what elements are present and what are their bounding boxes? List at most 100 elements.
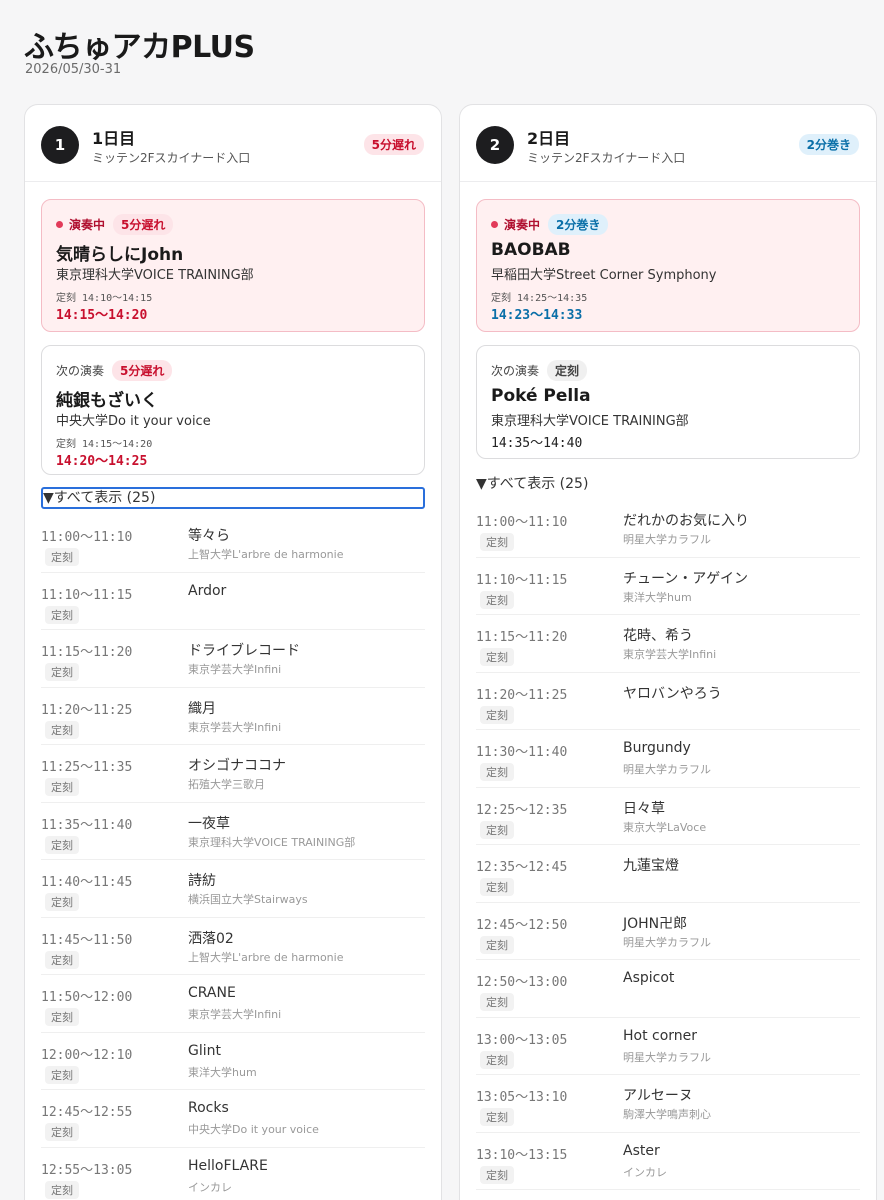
day-venue: ミッテン2Fスカイナード入口 — [92, 151, 251, 165]
row-title: オシゴナココナ — [188, 758, 286, 774]
row-status-badge: 定刻 — [45, 1065, 79, 1084]
row-title: 洒落02 — [188, 930, 234, 947]
next-group: 中央大学Do it your voice — [56, 414, 211, 429]
row-status-badge: 定刻 — [480, 763, 514, 781]
next-status-badge: 定刻 — [547, 360, 588, 381]
row-group: 東京学芸大学Infini — [623, 648, 717, 661]
row-status-badge: 定刻 — [480, 590, 514, 609]
row-status-badge: 定刻 — [480, 533, 514, 551]
schedule-row: 12:45〜12:55 定刻 Rocks 中央大学Do it your voice — [41, 1090, 425, 1148]
row-time: 12:25〜12:35 — [476, 802, 568, 818]
schedule-row: 11:30〜11:40 定刻 Burgundy 明星大学カラフル — [476, 730, 860, 788]
now-actual-time: 14:15〜14:20 — [56, 308, 148, 323]
schedule-row: 11:45〜11:50 定刻 洒落02 上智大学L'arbre de harmonie — [41, 918, 425, 975]
row-status-badge: 定刻 — [480, 993, 514, 1011]
next-actual-time: 14:20〜14:25 — [56, 454, 148, 469]
schedule-row: 12:00〜12:10 定刻 Glint 東洋大学hum — [41, 1033, 425, 1090]
row-group: 上智大学L'arbre de harmonie — [188, 950, 344, 964]
row-title: 詩紡 — [188, 873, 216, 889]
day-label: 1日目 — [92, 129, 136, 148]
day-card-1: 1 1日目 ミッテン2Fスカイナード入口 5分遅れ 演奏中 5分遅れ 気晴らしに… — [24, 104, 442, 1200]
row-status-badge: 定刻 — [45, 1123, 79, 1141]
row-time: 11:00〜11:10 — [41, 530, 133, 545]
row-time: 11:25〜11:35 — [41, 760, 133, 775]
row-group: 明星大学カラフル — [623, 935, 711, 949]
row-time: 12:00〜12:10 — [41, 1047, 133, 1063]
live-dot-icon — [491, 221, 498, 228]
row-time: 11:20〜11:25 — [41, 702, 133, 718]
day-number-badge: 1 — [41, 126, 79, 164]
schedule-row: 12:55〜13:05 定刻 HelloFLARE インカレ — [41, 1148, 425, 1200]
schedule-row: 11:10〜11:15 定刻 チューン・アゲイン 東洋大学hum — [476, 558, 860, 615]
row-status-badge: 定刻 — [45, 778, 79, 796]
row-time: 11:50〜12:00 — [41, 990, 133, 1005]
row-status-badge: 定刻 — [45, 720, 79, 739]
row-group: 上智大学L'arbre de harmonie — [188, 548, 344, 561]
row-time: 13:05〜13:10 — [476, 1090, 568, 1105]
row-group: 中央大学Do it your voice — [188, 1123, 319, 1136]
schedule-row: 12:45〜12:50 定刻 JOHN卍郎 明星大学カラフル — [476, 903, 860, 960]
row-title: Rocks — [188, 1100, 229, 1116]
day-label: 2日目 — [527, 129, 571, 148]
row-time: 11:20〜11:25 — [476, 687, 568, 703]
show-all-toggle[interactable]: ▼すべて表示 (25) — [41, 487, 425, 509]
row-time: 11:10〜11:15 — [41, 587, 133, 603]
day-number-badge: 2 — [476, 126, 514, 164]
day-header: 1 1日目 ミッテン2Fスカイナード入口 5分遅れ — [25, 105, 441, 182]
schedule-row: 11:20〜11:25 定刻 織月 東京学芸大学Infini — [41, 688, 425, 745]
now-actual-time: 14:23〜14:33 — [491, 308, 583, 323]
now-playing-card: 演奏中 2分巻き BAOBAB 早稲田大学Street Corner Symph… — [476, 199, 860, 332]
day-status-badge: 5分遅れ — [363, 134, 424, 155]
row-group: 東洋大学hum — [188, 1065, 257, 1079]
now-title: 気晴らしにJohn — [56, 245, 184, 265]
row-title: Ardor — [188, 582, 227, 599]
schedule-row: 11:00〜11:10 定刻 等々ら上智大学L'arbre de harmonie — [41, 515, 425, 573]
row-time: 12:55〜13:05 — [41, 1162, 133, 1178]
row-time: 13:10〜13:15 — [476, 1147, 568, 1163]
row-title: Hot corner — [623, 1027, 698, 1044]
schedule-row: 13:05〜13:10 定刻 アルセーヌ 駒澤大学鳴声刺心 — [476, 1075, 860, 1133]
live-dot-icon — [56, 221, 63, 228]
now-playing-tag: 演奏中 2分巻き — [491, 214, 609, 235]
row-status-badge: 定刻 — [480, 878, 514, 896]
row-status-badge: 定刻 — [480, 935, 514, 954]
row-title: 花時、希う — [623, 628, 693, 644]
row-status-badge: 定刻 — [45, 605, 79, 624]
now-playing-tag: 演奏中 5分遅れ — [56, 214, 174, 235]
row-title: 織月 — [188, 700, 216, 717]
row-group: 東洋大学hum — [623, 590, 692, 604]
schedule-row: 11:15〜11:20 定刻 ドライブレコード 東京学芸大学Infini — [41, 630, 425, 688]
row-status-badge: 定刻 — [45, 548, 79, 566]
row-status-badge: 定刻 — [480, 705, 514, 724]
row-status-badge: 定刻 — [45, 950, 79, 969]
row-title: 日々草 — [623, 800, 665, 817]
row-title: Glint — [188, 1042, 221, 1059]
schedule-row: 12:25〜12:35 定刻 日々草 東京大学LaVoce — [476, 788, 860, 845]
row-time: 11:15〜11:20 — [41, 645, 133, 660]
row-status-badge: 定刻 — [45, 1008, 79, 1026]
schedule-row: 11:15〜11:20 定刻 花時、希う 東京学芸大学Infini — [476, 615, 860, 673]
schedule-list: 11:00〜11:10 定刻 等々ら 上智大学L'arbre de harmonie 1… — [41, 515, 425, 1200]
now-playing-label: 演奏中 — [504, 218, 541, 232]
row-status-badge: 定刻 — [45, 835, 79, 854]
schedule-row: 11:35〜11:40 定刻 一夜草 東京理科大学VOICE TRAINING部 — [41, 803, 425, 860]
row-time: 13:00〜13:05 — [476, 1032, 568, 1048]
row-title: 等々ら — [188, 528, 230, 544]
row-time: 11:00〜11:10 — [476, 515, 568, 530]
schedule-row: 13:10〜13:15 定刻 Aster インカレ — [476, 1133, 860, 1190]
show-all-toggle[interactable]: ▼すべて表示 (25) — [476, 473, 588, 493]
row-time: 11:35〜11:40 — [41, 817, 133, 833]
next-title: 純銀もざいく — [56, 391, 158, 411]
now-status-badge: 2分巻き — [548, 214, 609, 235]
now-playing-card: 演奏中 5分遅れ 気晴らしにJohn 東京理科大学VOICE TRAINING部… — [41, 199, 425, 332]
schedule-row: 13:00〜13:05 定刻 Hot corner 明星大学カラフル — [476, 1018, 860, 1075]
day-venue: ミッテン2Fスカイナード入口 — [527, 151, 686, 165]
row-group: インカレ — [188, 1180, 232, 1194]
next-label: 次の演奏 — [56, 364, 105, 378]
next-performance-card: 次の演奏 定刻 Poké Pella 東京理科大学VOICE TRAINING部… — [476, 345, 860, 459]
row-title: Aster — [623, 1142, 660, 1159]
row-title: だれかのお気に入り — [623, 513, 749, 529]
row-group: 東京理科大学VOICE TRAINING部 — [188, 835, 356, 849]
row-group: 明星大学カラフル — [623, 1050, 711, 1064]
row-group: 明星大学カラフル — [623, 763, 711, 776]
